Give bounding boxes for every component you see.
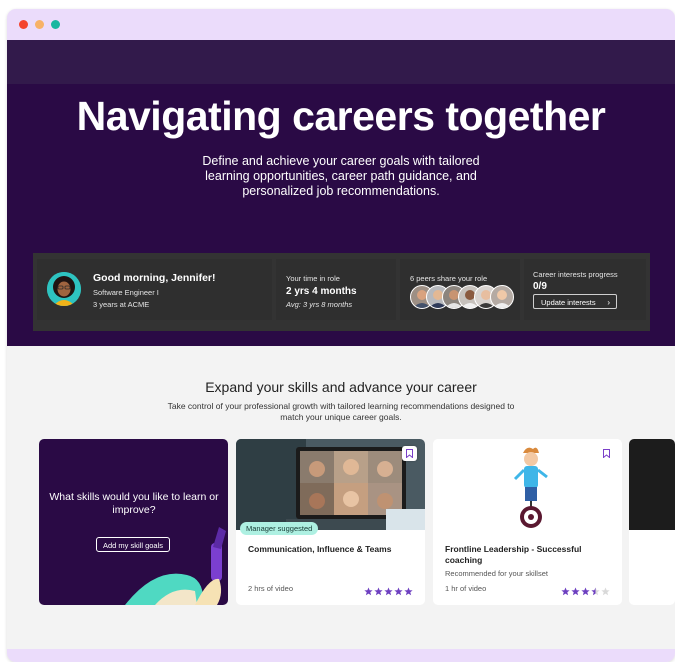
course-thumbnail [236,439,425,530]
course-card[interactable]: Frontline Leadership - Successful coachi… [433,439,622,605]
star-icon [374,587,383,596]
career-interests-progress: 0/9 [533,281,547,292]
course-duration: 1 hr of video [445,584,487,593]
star-icon [404,587,413,596]
skill-goals-card: What skills would you like to learn or i… [39,439,228,605]
course-thumbnail [629,439,675,530]
star-icon [571,587,580,596]
hero-top-band [7,40,675,84]
star-icon [561,587,570,596]
hero-title: Navigating careers together [76,93,606,139]
star-icon [394,587,403,596]
peer-avatar[interactable] [490,285,514,309]
skill-goals-question: What skills would you like to learn or i… [49,491,219,516]
update-interests-button[interactable]: Update interests › [533,294,617,309]
close-window-button[interactable] [19,20,28,29]
greeting-text: Good morning, Jennifer! [93,272,216,284]
peers-card: 6 peers share your role [400,259,520,320]
window-titlebar [7,9,675,40]
job-role: Software Engineer I [93,288,159,297]
manager-suggested-badge: Manager suggested [240,522,319,535]
footer-band [7,649,675,662]
person-illustration [125,527,226,605]
greeting-card: Good morning, Jennifer! Software Enginee… [37,259,272,320]
peer-avatars[interactable] [410,285,514,309]
peers-label: 6 peers share your role [410,274,488,283]
career-interests-card: Career interests progress 0/9 Update int… [524,259,646,320]
time-in-role-value: 2 yrs 4 months [286,286,357,297]
course-title[interactable]: Frontline Leadership - Successful coachi… [445,544,610,566]
course-duration: 2 hrs of video [248,584,294,593]
company-tenure: 3 years at ACME [93,300,150,309]
career-interests-label: Career interests progress [533,270,618,279]
course-card-partial[interactable] [629,439,675,605]
time-in-role-average: Avg: 3 yrs 8 months [286,300,353,309]
hero-section: Navigating careers together Define and a… [7,40,675,346]
star-icon [364,587,373,596]
course-thumbnail [433,439,622,530]
bookmark-icon[interactable] [402,446,417,461]
skills-section-title: Expand your skills and advance your care… [205,379,477,395]
star-icon [581,587,590,596]
hero-description: Define and achieve your career goals wit… [202,154,480,198]
star-icon [384,587,393,596]
course-rating [560,583,610,596]
maximize-window-button[interactable] [51,20,60,29]
course-title[interactable]: Communication, Influence & Teams [248,544,413,555]
star-half-icon [591,587,600,596]
course-recommendation-note: Recommended for your skillset [445,569,548,578]
course-card[interactable]: Manager suggested Communication, Influen… [236,439,425,605]
skills-section-description: Take control of your professional growth… [167,401,515,422]
bookmark-icon[interactable] [599,446,614,461]
star-empty-icon [601,587,610,596]
career-status-bar: Good morning, Jennifer! Software Enginee… [33,253,650,331]
time-in-role-label: Your time in role [286,274,340,283]
minimize-window-button[interactable] [35,20,44,29]
time-in-role-card: Your time in role 2 yrs 4 months Avg: 3 … [276,259,396,320]
browser-window: Navigating careers together Define and a… [7,9,675,662]
chevron-right-icon: › [607,298,610,307]
update-interests-label: Update interests [541,298,596,307]
user-avatar[interactable] [47,272,81,306]
course-rating [363,583,413,596]
